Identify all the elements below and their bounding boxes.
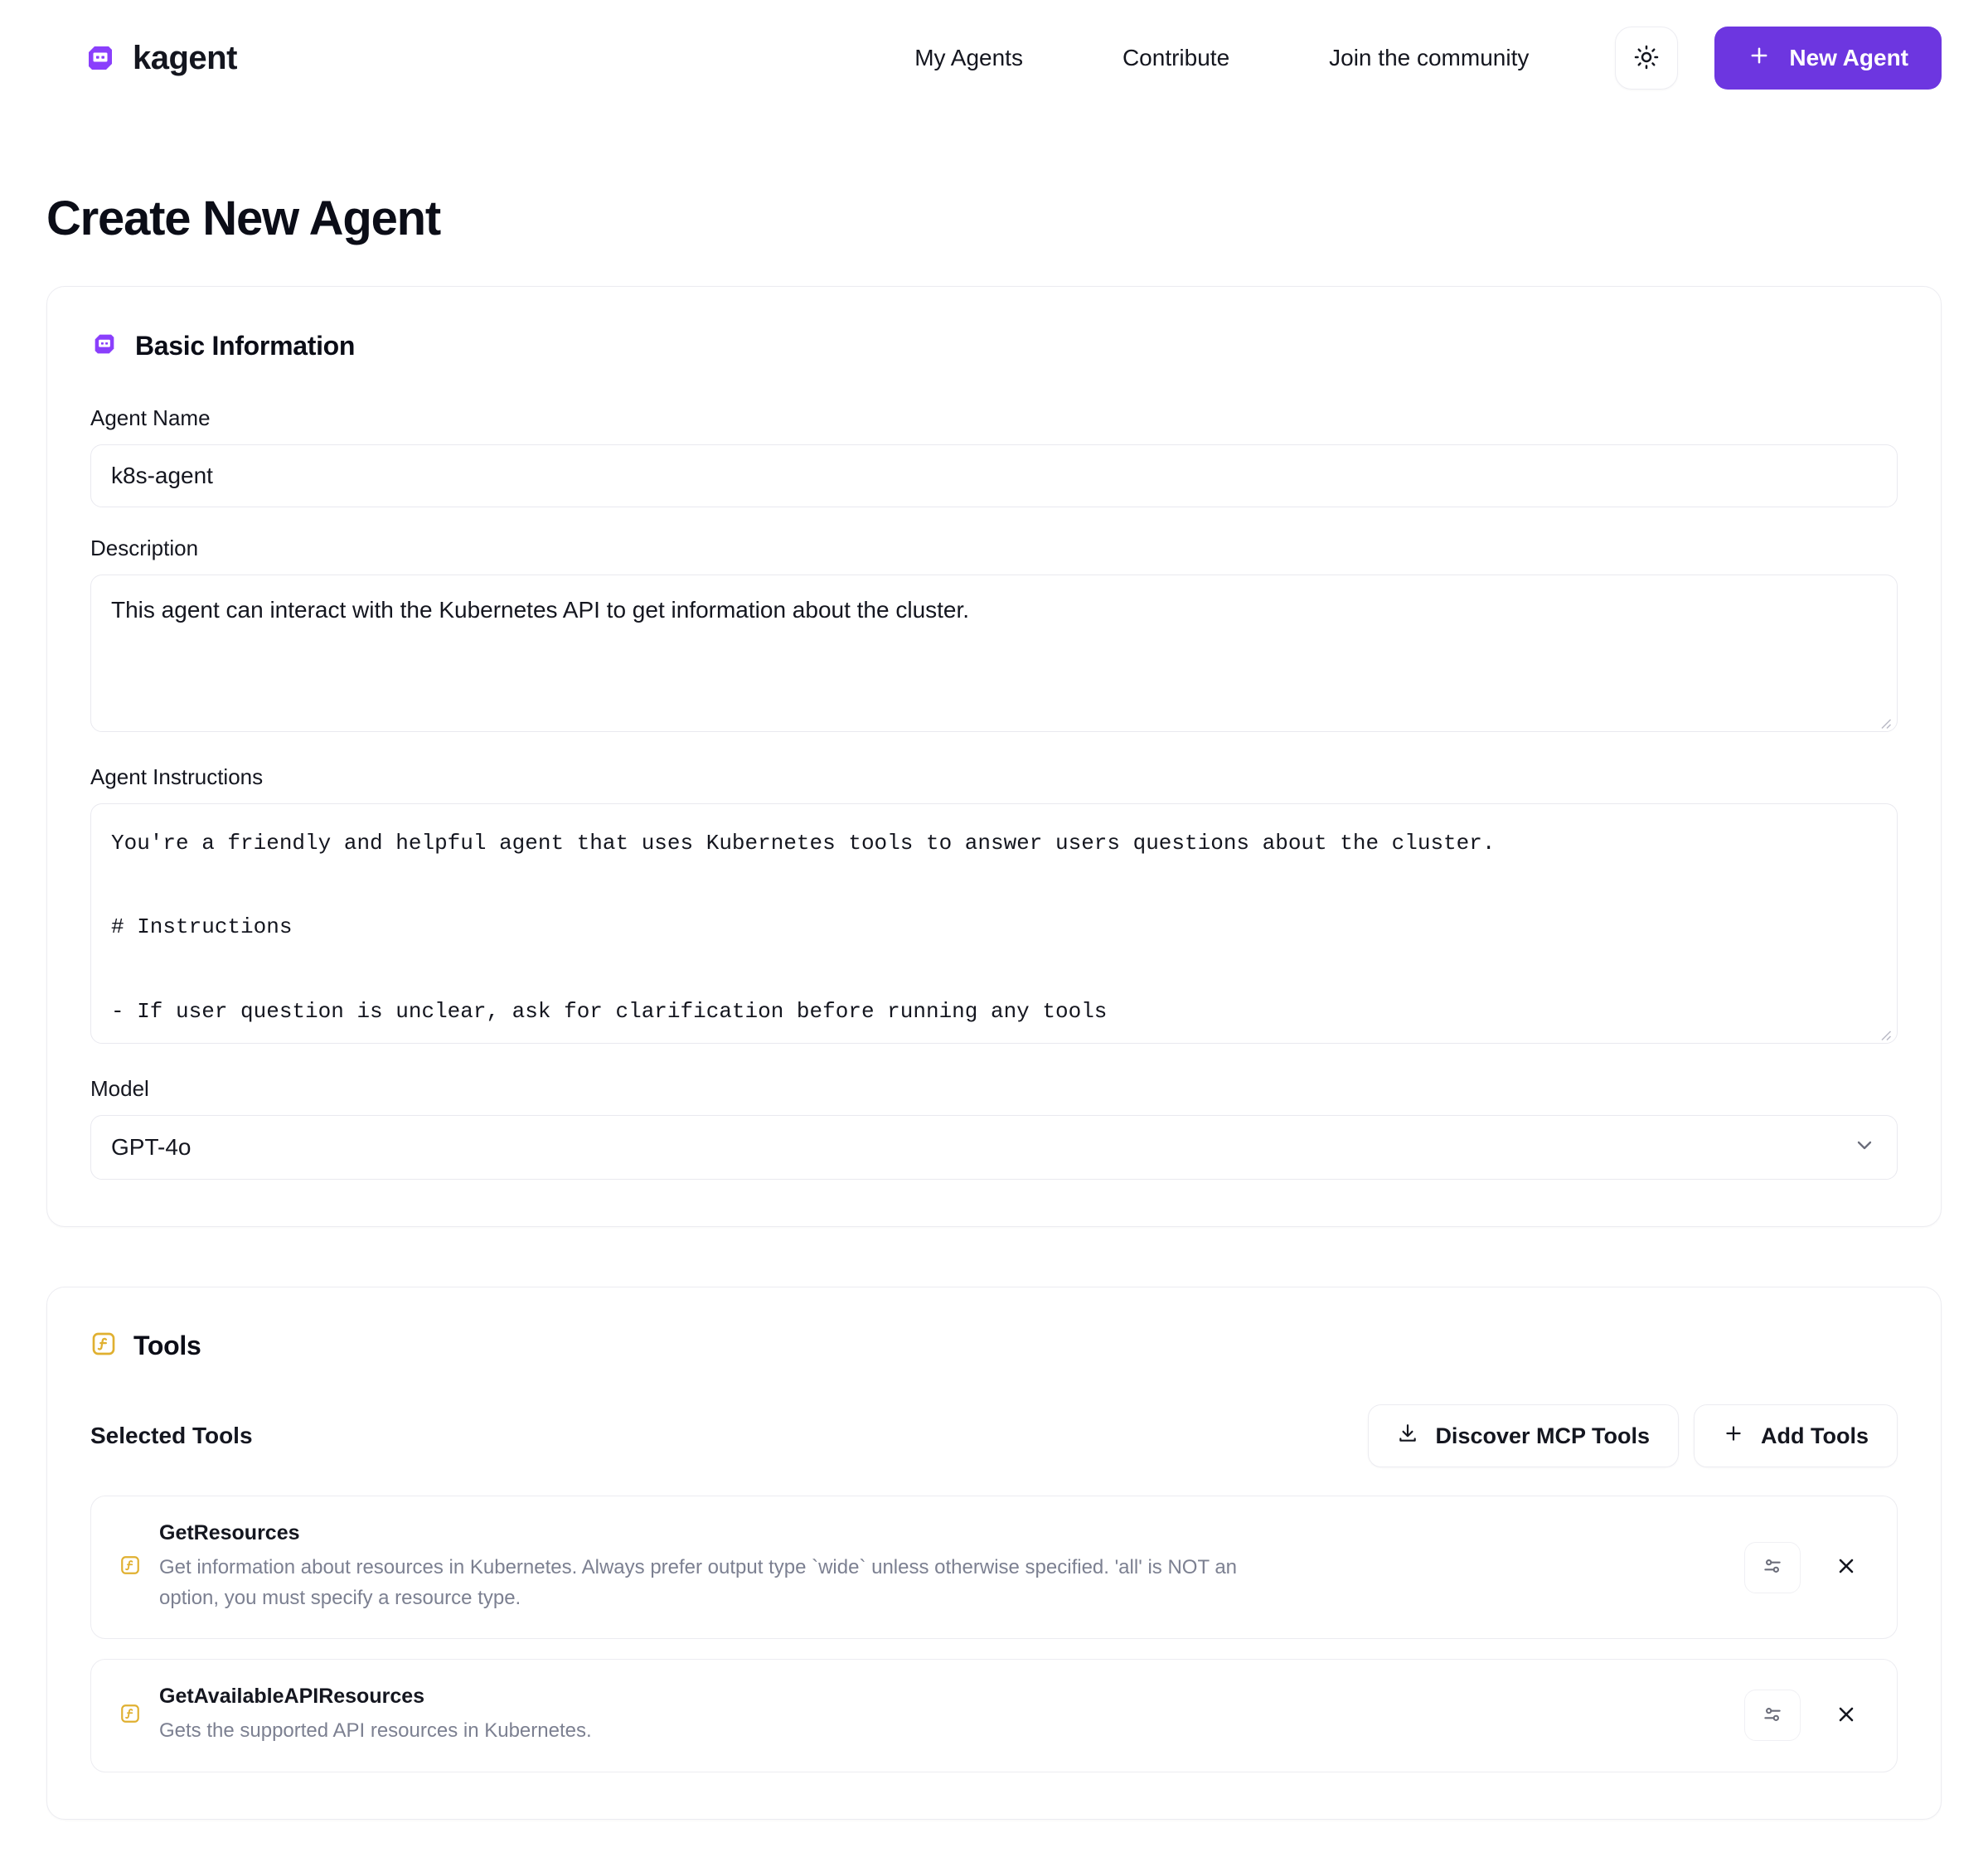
tool-description: Get information about resources in Kuber…: [159, 1556, 1238, 1610]
tools-title: Tools: [133, 1331, 201, 1360]
tool-actions: [1744, 1541, 1872, 1593]
basic-information-card: Basic Information Agent Name Description…: [46, 286, 1942, 1227]
discover-mcp-tools-button[interactable]: Discover MCP Tools: [1368, 1404, 1680, 1467]
theme-toggle-button[interactable]: [1615, 27, 1679, 90]
close-icon: [1835, 1554, 1858, 1580]
add-tools-button[interactable]: Add Tools: [1694, 1404, 1898, 1467]
basic-information-title: Basic Information: [135, 331, 356, 361]
function-icon: [119, 1703, 141, 1729]
tool-settings-button[interactable]: [1744, 1541, 1801, 1593]
top-navigation-bar: kagent My Agents Contribute Join the com…: [0, 0, 1988, 116]
page-content: Create New Agent Basic Information Agent…: [0, 191, 1988, 1820]
tools-header: Tools: [90, 1331, 1898, 1361]
tool-description: Gets the supported API resources in Kube…: [159, 1719, 592, 1743]
tool-actions: [1744, 1690, 1872, 1742]
tool-info: GetResources Get information about resou…: [159, 1521, 1744, 1613]
tool-name: GetResources: [159, 1521, 300, 1544]
plus-icon: [1748, 44, 1771, 73]
brand[interactable]: kagent: [83, 40, 237, 77]
kagent-robot-icon: [83, 41, 118, 75]
sliders-icon: [1762, 1555, 1783, 1579]
discover-mcp-tools-label: Discover MCP Tools: [1435, 1423, 1651, 1448]
model-select-wrapper: GPT-4o: [90, 1115, 1898, 1180]
nav-my-agents[interactable]: My Agents: [865, 45, 1073, 71]
tool-info: GetAvailableAPIResources Gets the suppor…: [159, 1685, 1744, 1746]
agent-name-field: Agent Name: [90, 405, 1898, 507]
nav-join-community[interactable]: Join the community: [1279, 45, 1578, 71]
model-select[interactable]: GPT-4o: [90, 1115, 1898, 1180]
new-agent-button-label: New Agent: [1789, 45, 1908, 70]
nav-contribute[interactable]: Contribute: [1073, 45, 1279, 71]
basic-information-header: Basic Information: [90, 330, 1898, 362]
model-field: Model GPT-4o: [90, 1076, 1898, 1180]
kagent-robot-icon: [90, 330, 119, 362]
tool-remove-button[interactable]: [1821, 1690, 1872, 1741]
description-field: Description This agent can interact with…: [90, 536, 1898, 736]
agent-instructions-label: Agent Instructions: [90, 764, 264, 789]
tools-actions: Discover MCP Tools Add Tools: [1368, 1404, 1898, 1467]
tool-remove-button[interactable]: [1821, 1542, 1872, 1593]
tool-list-item[interactable]: GetAvailableAPIResources Gets the suppor…: [90, 1659, 1898, 1772]
tool-list-item[interactable]: GetResources Get information about resou…: [90, 1496, 1898, 1640]
model-select-value: GPT-4o: [111, 1134, 192, 1160]
selected-tools-list: GetResources Get information about resou…: [90, 1496, 1898, 1772]
agent-name-label: Agent Name: [90, 405, 211, 430]
page-title: Create New Agent: [46, 192, 441, 245]
agent-instructions-textarea[interactable]: You're a friendly and helpful agent that…: [90, 803, 1898, 1044]
selected-tools-bar: Selected Tools Discover MCP Tools Add To…: [90, 1404, 1898, 1467]
sun-icon: [1634, 45, 1659, 72]
plus-icon: [1723, 1423, 1744, 1450]
model-label: Model: [90, 1076, 149, 1101]
sliders-icon: [1762, 1704, 1783, 1728]
description-textarea[interactable]: This agent can interact with the Kuberne…: [90, 575, 1898, 732]
selected-tools-label: Selected Tools: [90, 1423, 253, 1448]
agent-instructions-field: Agent Instructions You're a friendly and…: [90, 764, 1898, 1048]
tool-name: GetAvailableAPIResources: [159, 1685, 425, 1709]
function-icon: [119, 1554, 141, 1580]
download-icon: [1397, 1423, 1418, 1450]
add-tools-label: Add Tools: [1761, 1423, 1869, 1448]
main-nav: My Agents Contribute Join the community: [865, 27, 1942, 90]
function-icon: [90, 1331, 117, 1361]
brand-name: kagent: [133, 39, 237, 76]
tools-card: Tools Selected Tools Discover MCP Tools: [46, 1287, 1942, 1820]
tool-settings-button[interactable]: [1744, 1690, 1801, 1742]
description-label: Description: [90, 536, 199, 560]
new-agent-button[interactable]: New Agent: [1714, 27, 1942, 90]
agent-name-input[interactable]: [90, 444, 1898, 507]
close-icon: [1835, 1703, 1858, 1729]
